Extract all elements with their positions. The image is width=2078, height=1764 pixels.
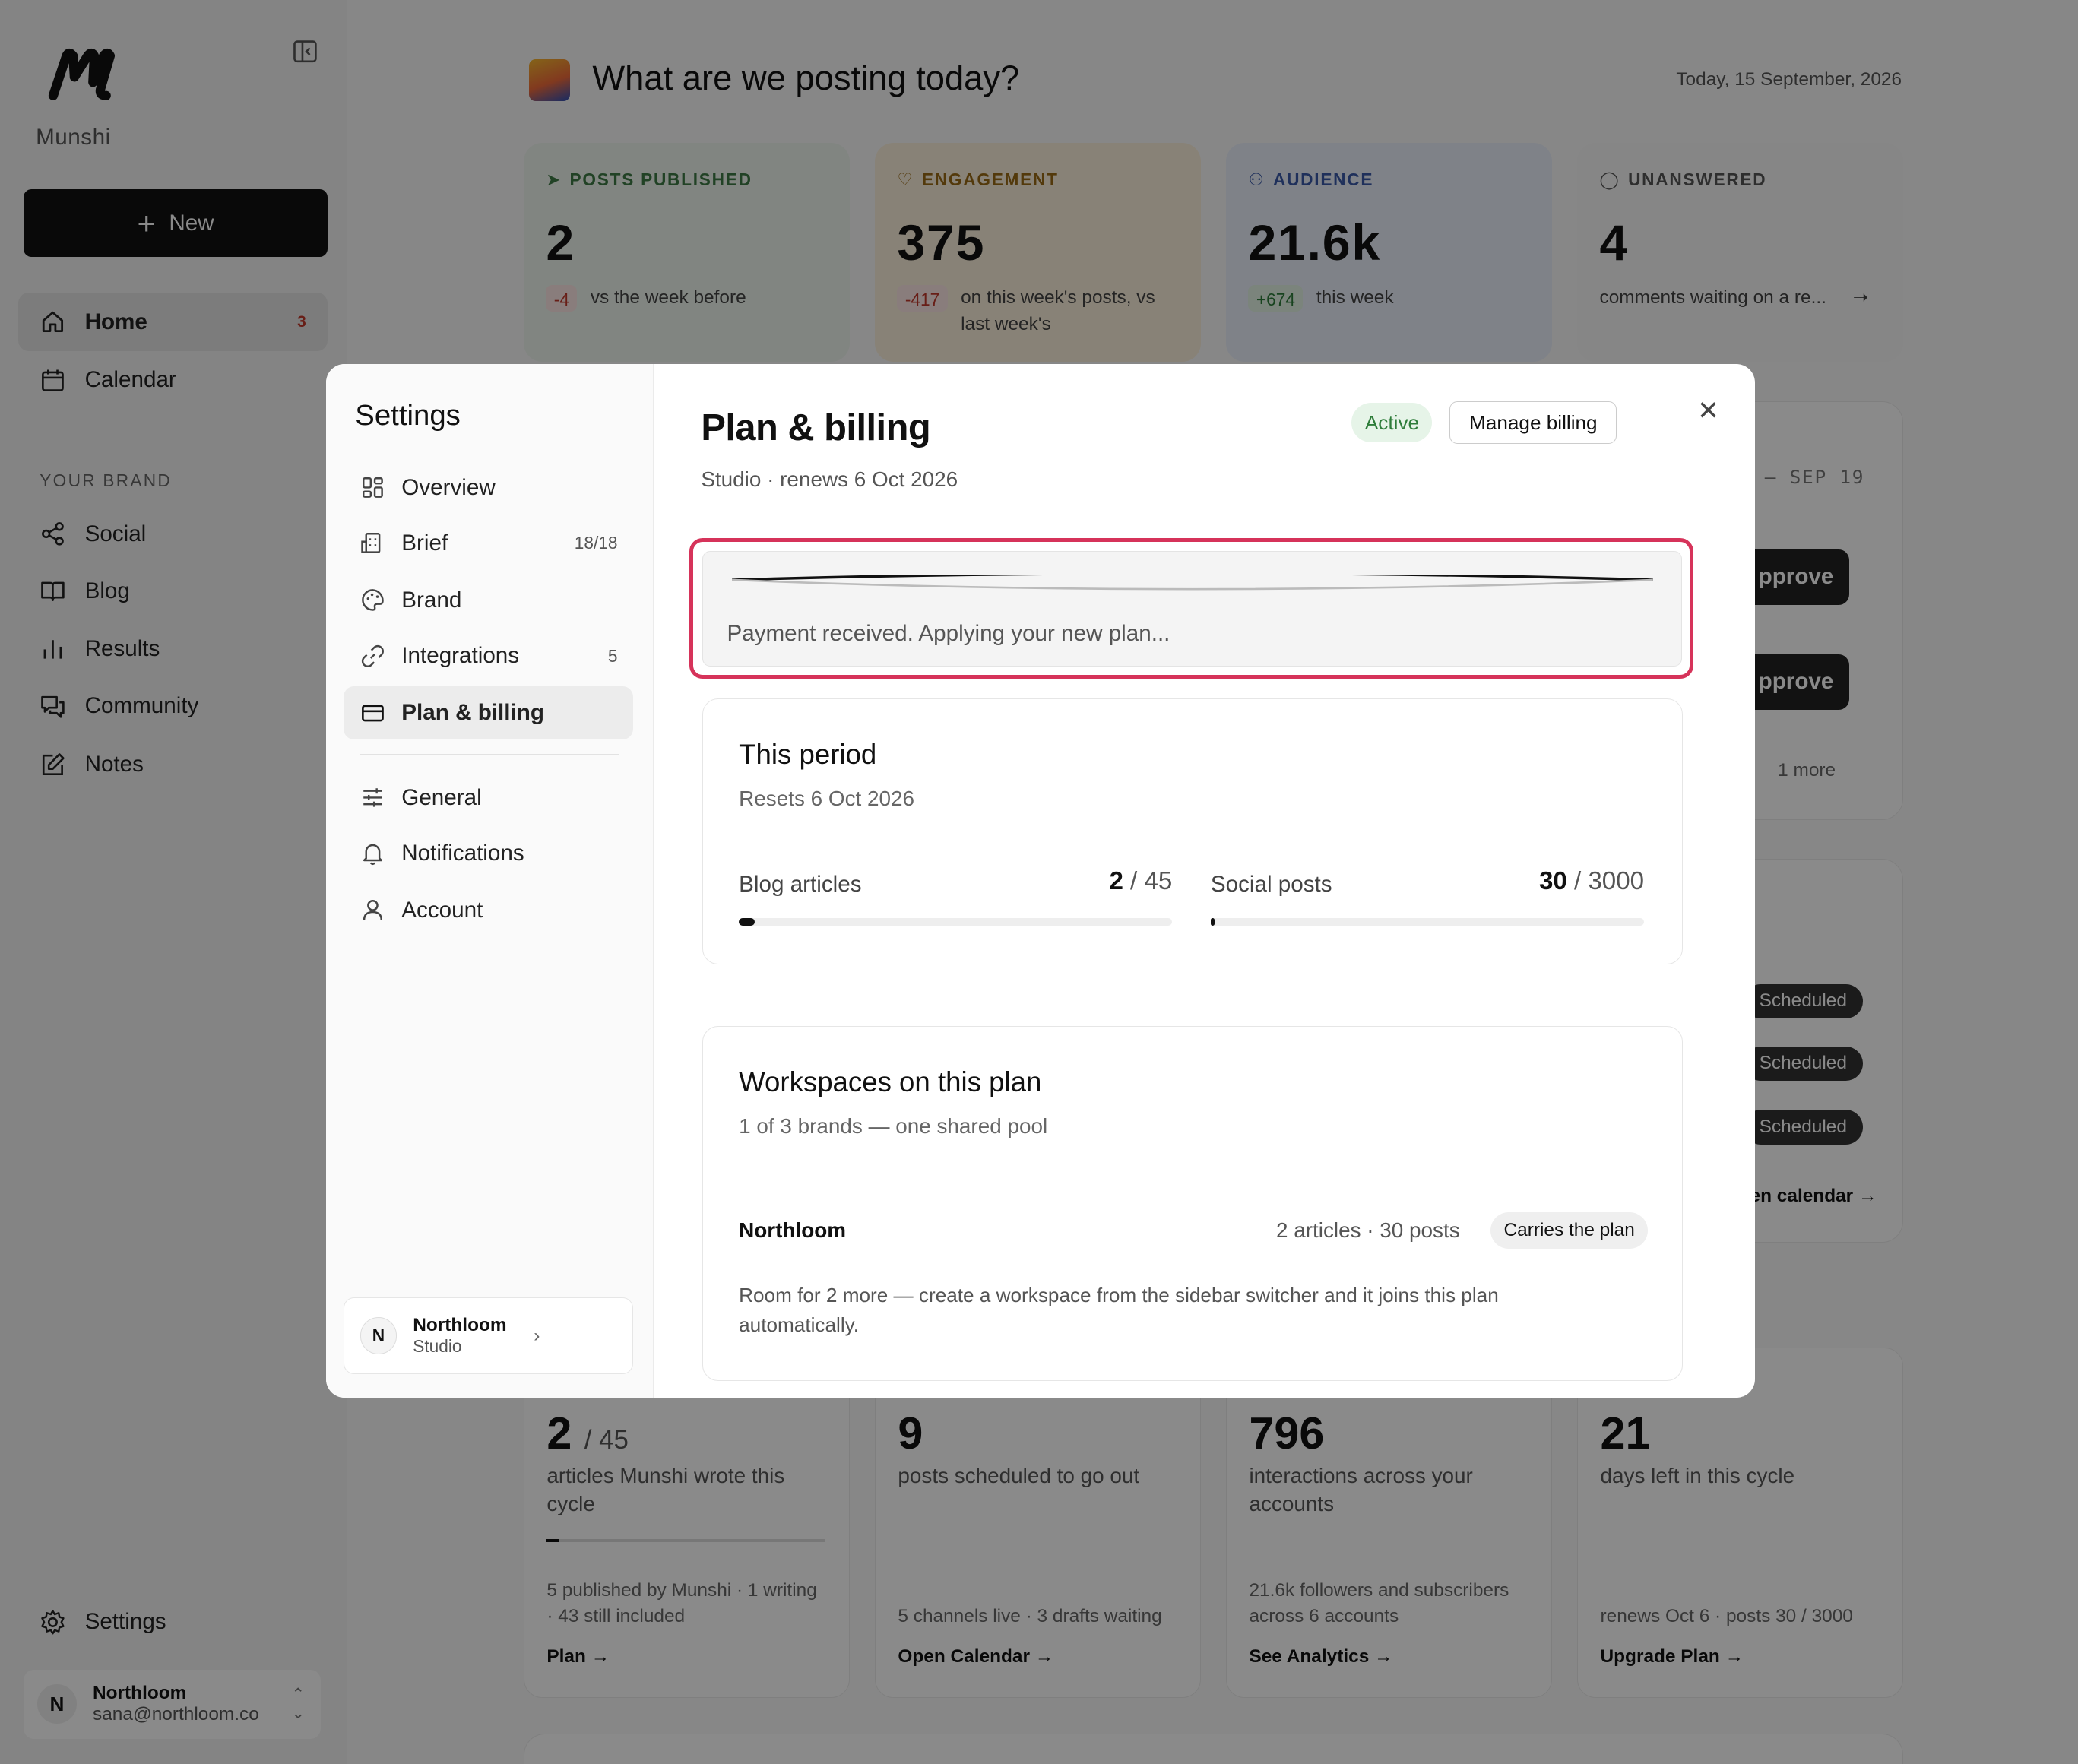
usage-fill [1210, 917, 1215, 926]
close-icon[interactable]: ✕ [1693, 396, 1722, 426]
workspace-name: Northloom [413, 1315, 507, 1336]
settings-nav-label: Integrations [401, 643, 520, 669]
workspace-switcher[interactable]: N Northloom Studio › [343, 1297, 634, 1375]
credit-card-icon [361, 705, 384, 721]
workspace-row-name: Northloom [739, 1218, 847, 1243]
workspaces-card: Workspaces on this plan 1 of 3 brands — … [702, 1025, 1684, 1381]
grid-icon [362, 477, 383, 499]
usage-social-posts: Social posts 30 / 3000 [1210, 867, 1645, 926]
usage-label: Social posts [1210, 871, 1332, 897]
status-badge: Active [1351, 403, 1433, 443]
building-icon [360, 533, 380, 554]
panel-title: Plan & billing [701, 407, 931, 449]
settings-nav: Settings Overview Brief 18/18 Brand Inte… [325, 364, 654, 1398]
settings-nav-general[interactable]: General [344, 771, 634, 825]
manage-billing-button[interactable]: Manage billing [1449, 401, 1617, 445]
workspace-avatar: N [360, 1317, 398, 1354]
settings-nav-plan-billing[interactable]: Plan & billing [343, 686, 634, 739]
card-title: This period [739, 739, 877, 771]
settings-nav-overview[interactable]: Overview [344, 461, 634, 515]
workspace-row-tag: Carries the plan [1490, 1211, 1649, 1249]
workspace-plan: Studio [413, 1336, 462, 1357]
settings-nav-brand[interactable]: Brand [344, 574, 634, 627]
user-icon [363, 900, 382, 920]
usage-bar [1210, 917, 1645, 926]
payment-message: Payment received. Applying your new plan… [727, 620, 1170, 646]
settings-nav-account[interactable]: Account [344, 884, 634, 937]
usage-value: 2 / 45 [1109, 867, 1173, 896]
usage-value: 30 / 3000 [1538, 867, 1645, 896]
usage-used: 30 [1538, 867, 1567, 896]
divider [360, 754, 619, 755]
workspace-note: Room for 2 more — create a workspace fro… [739, 1284, 1499, 1336]
this-period-card: This period Resets 6 Oct 2026 Blog artic… [702, 698, 1684, 965]
settings-nav-label: Overview [401, 474, 496, 500]
card-title: Workspaces on this plan [739, 1066, 1042, 1097]
palette-icon [361, 589, 384, 612]
settings-nav-label: Plan & billing [401, 700, 544, 726]
settings-nav-brief[interactable]: Brief 18/18 [344, 517, 634, 570]
settings-nav-count: 18/18 [574, 533, 618, 553]
bell-icon [363, 844, 382, 866]
usage-used: 2 [1109, 867, 1123, 896]
settings-nav-integrations[interactable]: Integrations 5 [344, 629, 634, 682]
settings-nav-label: Account [401, 897, 483, 923]
settings-nav-label: Notifications [401, 840, 524, 866]
card-subtitle: 1 of 3 brands — one shared pool [739, 1113, 1048, 1138]
usage-limit: 45 [1144, 867, 1173, 896]
usage-fill [739, 917, 755, 926]
link-icon [361, 644, 384, 667]
settings-nav-label: Brief [401, 530, 448, 556]
usage-limit: 3000 [1588, 867, 1645, 896]
plan-billing-panel: Plan & billing Studio · renews 6 Oct 202… [654, 364, 1755, 1398]
usage-bar [739, 917, 1173, 926]
panel-subtitle: Studio · renews 6 Oct 2026 [701, 467, 958, 492]
settings-modal: Settings Overview Brief 18/18 Brand Inte… [325, 364, 1755, 1398]
settings-nav-label: Brand [401, 587, 462, 613]
settings-nav-label: General [401, 784, 482, 810]
usage-blog-articles: Blog articles 2 / 45 [739, 867, 1173, 926]
settings-nav-notifications[interactable]: Notifications [344, 827, 634, 880]
card-subtitle: Resets 6 Oct 2026 [739, 786, 915, 810]
settings-title: Settings [355, 398, 461, 432]
chevron-right-icon: › [534, 1325, 540, 1346]
sliders-icon [363, 788, 382, 807]
progress-shimmer [732, 574, 1654, 591]
workspace-row: Northloom 2 articles · 30 posts Carries … [739, 1211, 1649, 1249]
payment-status-banner: Payment received. Applying your new plan… [702, 551, 1682, 667]
usage-label: Blog articles [739, 871, 862, 897]
workspace-row-stats: 2 articles · 30 posts [1275, 1218, 1460, 1243]
settings-nav-count: 5 [607, 645, 618, 666]
